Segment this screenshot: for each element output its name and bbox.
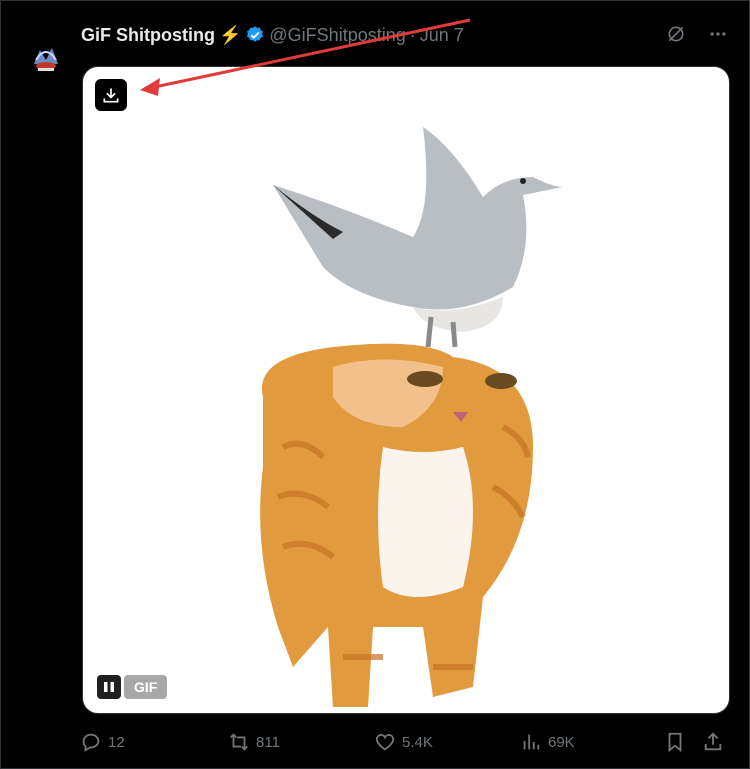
repost-count: 811 bbox=[256, 733, 280, 751]
tweet-actions: 12 811 5.4K 69K bbox=[80, 728, 730, 756]
share-button[interactable] bbox=[702, 731, 724, 753]
repost-icon bbox=[228, 731, 250, 753]
pause-icon bbox=[103, 681, 115, 693]
reply-icon bbox=[80, 731, 102, 753]
views-count: 69K bbox=[548, 733, 575, 751]
share-icon bbox=[702, 731, 724, 753]
like-count: 5.4K bbox=[402, 733, 433, 751]
lightning-emoji: ⚡ bbox=[218, 24, 242, 45]
verified-badge-icon bbox=[245, 25, 265, 45]
author-handle[interactable]: @GiFShitposting bbox=[269, 25, 405, 46]
author-name[interactable]: GiF Shitposting bbox=[81, 25, 215, 46]
gif-badge: GIF bbox=[124, 675, 168, 699]
separator: · bbox=[409, 24, 416, 45]
bookmark-icon bbox=[664, 731, 686, 753]
download-icon bbox=[101, 85, 121, 105]
like-button[interactable]: 5.4K bbox=[374, 731, 520, 753]
pause-button[interactable] bbox=[97, 675, 121, 699]
grok-icon[interactable] bbox=[666, 24, 686, 49]
gif-media[interactable]: GIF bbox=[82, 66, 730, 714]
reply-count: 12 bbox=[108, 733, 125, 751]
views-icon bbox=[520, 731, 542, 753]
more-icon[interactable] bbox=[708, 24, 728, 49]
avatar[interactable] bbox=[26, 38, 66, 78]
download-button[interactable] bbox=[95, 79, 127, 111]
tweet-date[interactable]: Jun 7 bbox=[420, 25, 464, 46]
repost-button[interactable]: 811 bbox=[228, 731, 374, 753]
views-button[interactable]: 69K bbox=[520, 731, 664, 753]
heart-icon bbox=[374, 731, 396, 753]
reply-button[interactable]: 12 bbox=[80, 731, 228, 753]
tweet-header: GiF Shitposting ⚡ @GiFShitposting · Jun … bbox=[81, 22, 464, 48]
bookmark-button[interactable] bbox=[664, 731, 702, 753]
gif-image bbox=[260, 127, 563, 707]
